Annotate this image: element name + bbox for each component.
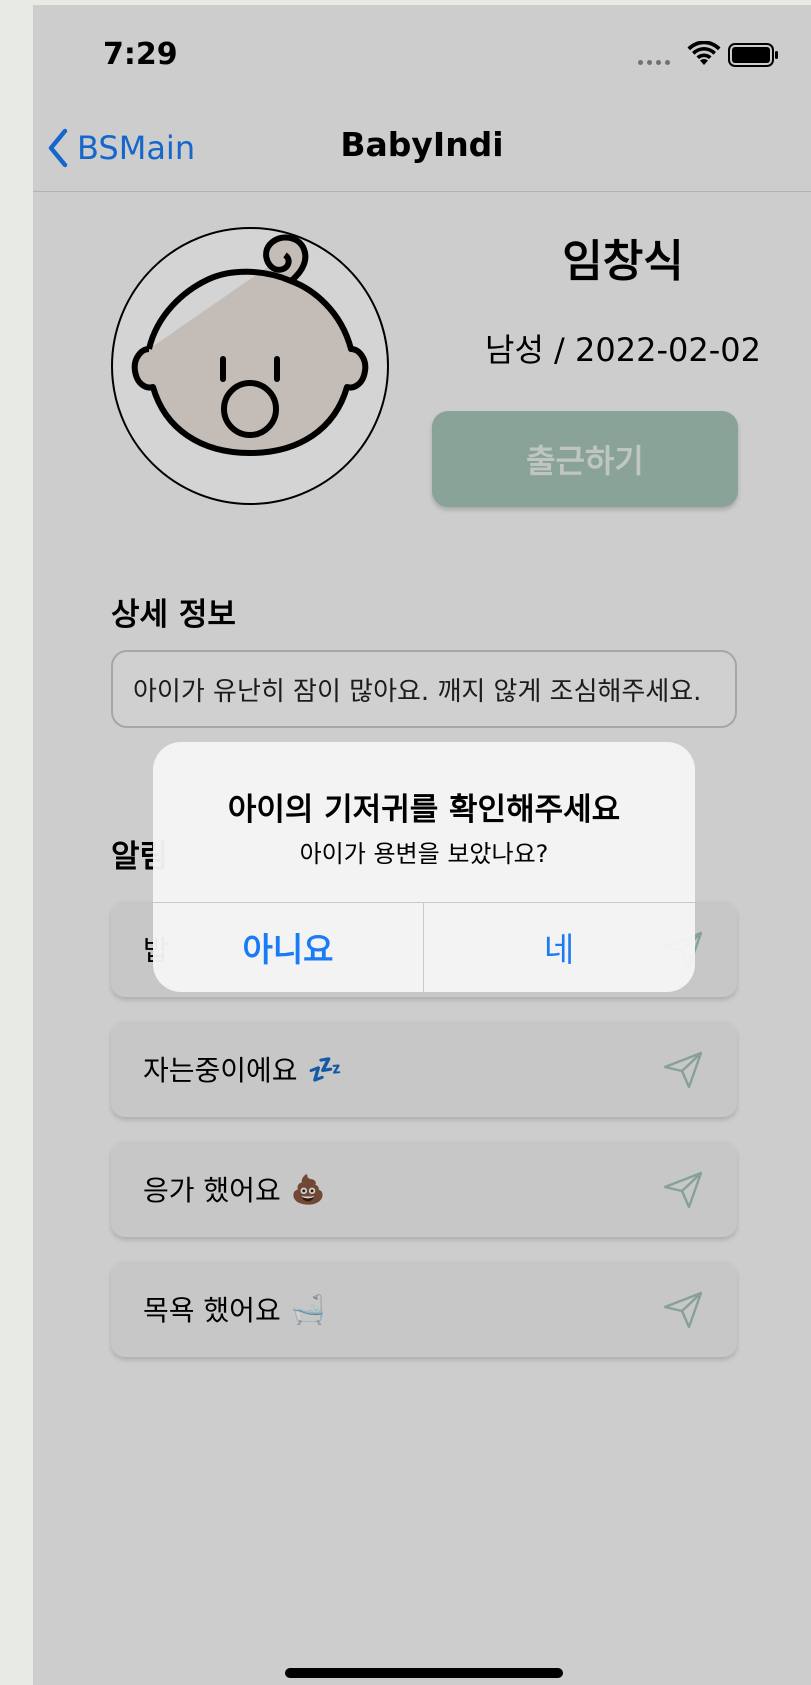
alert-dialog: 아이의 기저귀를 확인해주세요 아이가 용변을 보았나요? 아니요 네	[153, 742, 695, 992]
home-indicator[interactable]	[285, 1668, 563, 1678]
alert-title: 아이의 기저귀를 확인해주세요	[227, 792, 621, 828]
alert-confirm-button[interactable]: 네	[424, 902, 694, 992]
phone-screen: 7:29 BSMain BabyIndi 임창식 남성 / 2022-02-02…	[33, 5, 811, 1685]
alert-cancel-button[interactable]: 아니요	[153, 902, 423, 992]
alert-message: 아이가 용변을 보았나요?	[299, 840, 549, 868]
